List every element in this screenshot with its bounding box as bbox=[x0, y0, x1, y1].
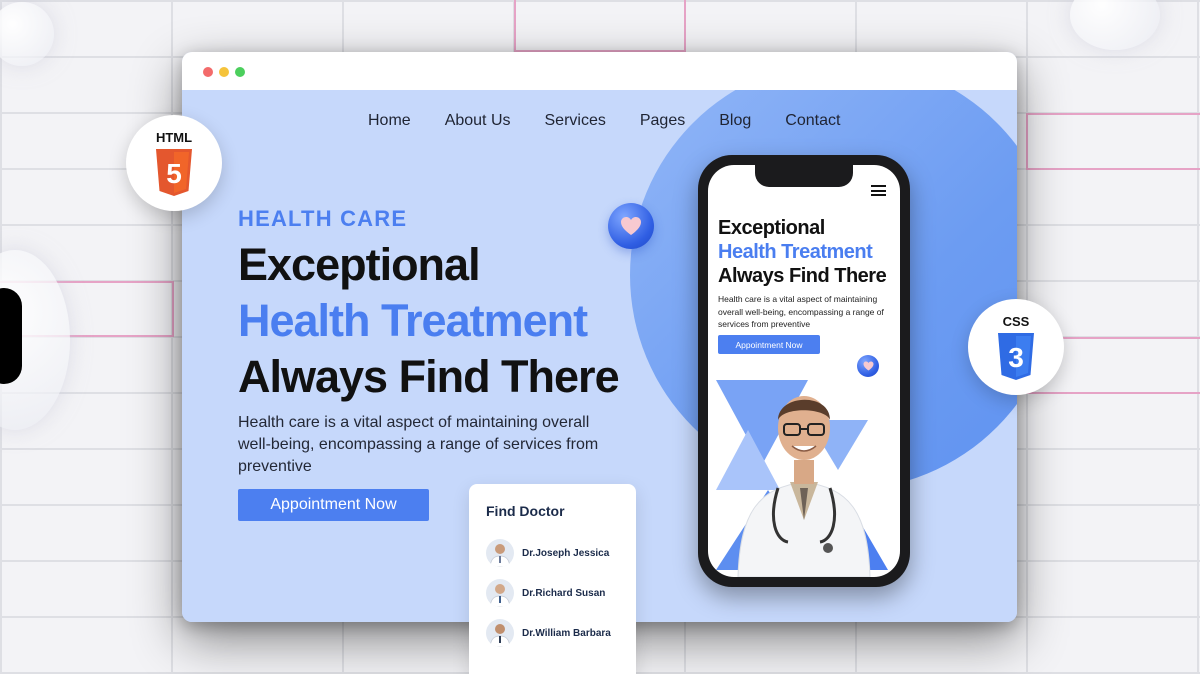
html5-shield-icon: 5 bbox=[156, 148, 192, 196]
nav-home[interactable]: Home bbox=[368, 112, 411, 130]
nav-contact[interactable]: Contact bbox=[785, 112, 840, 130]
nav-services[interactable]: Services bbox=[545, 112, 606, 130]
pink-outline-right-top bbox=[1026, 113, 1200, 170]
nav-pages[interactable]: Pages bbox=[640, 112, 685, 130]
html5-label: HTML bbox=[155, 129, 193, 145]
hero-description: Health care is a vital aspect of maintai… bbox=[238, 414, 599, 475]
nav-about-us[interactable]: About Us bbox=[445, 112, 511, 130]
doctor-list-item[interactable]: Dr.William Barbara bbox=[486, 619, 611, 647]
pink-outline-top bbox=[514, 0, 686, 52]
hero-eyebrow: HEALTH CARE bbox=[238, 206, 408, 231]
phone-title-line-2: Health Treatment bbox=[718, 241, 873, 263]
maximize-dot[interactable] bbox=[235, 67, 245, 77]
doctor-illustration bbox=[716, 380, 888, 577]
window-titlebar bbox=[182, 52, 1017, 90]
css3-label: CSS bbox=[1002, 313, 1030, 329]
heart-icon bbox=[608, 203, 654, 249]
appointment-button[interactable]: Appointment Now bbox=[238, 489, 429, 521]
svg-text:5: 5 bbox=[166, 158, 182, 189]
close-dot[interactable] bbox=[203, 67, 213, 77]
avatar bbox=[486, 619, 514, 647]
phone-title-line-1: Exceptional bbox=[718, 217, 825, 239]
avatar bbox=[486, 539, 514, 567]
doctor-name: Dr.William Barbara bbox=[522, 627, 611, 639]
find-doctor-card: Find Doctor Dr.Joseph Jessica Dr.Richard… bbox=[469, 484, 636, 674]
phone-appointment-button[interactable]: Appointment Now bbox=[718, 335, 820, 354]
phone-screen: Exceptional Health Treatment Always Find… bbox=[708, 165, 900, 577]
phone-mockup: Exceptional Health Treatment Always Find… bbox=[698, 155, 910, 587]
minimize-dot[interactable] bbox=[219, 67, 229, 77]
nav-blog[interactable]: Blog bbox=[719, 112, 751, 130]
phone-title-line-3: Always Find There bbox=[718, 265, 887, 287]
hamburger-menu-icon[interactable] bbox=[871, 185, 886, 196]
doctor-name: Dr.Joseph Jessica bbox=[522, 547, 610, 559]
css3-shield-icon: 3 bbox=[998, 332, 1034, 380]
edge-shape bbox=[0, 288, 22, 384]
phone-description: Health care is a vital aspect of maintai… bbox=[718, 294, 884, 329]
phone-notch bbox=[755, 165, 853, 187]
css3-badge: CSS 3 bbox=[968, 299, 1064, 395]
find-doctor-title: Find Doctor bbox=[486, 503, 565, 519]
hero-title-line-1: Exceptional bbox=[238, 239, 481, 290]
hero-title-line-2: Health Treatment bbox=[238, 295, 588, 346]
avatar bbox=[486, 579, 514, 607]
html5-badge: HTML 5 bbox=[126, 115, 222, 211]
doctor-name: Dr.Richard Susan bbox=[522, 587, 606, 599]
doctor-list-item[interactable]: Dr.Richard Susan bbox=[486, 579, 605, 607]
doctor-list-item[interactable]: Dr.Joseph Jessica bbox=[486, 539, 609, 567]
hero-title-line-3: Always Find There bbox=[238, 351, 620, 402]
svg-text:3: 3 bbox=[1008, 342, 1024, 373]
main-nav: Home About Us Services Pages Blog Contac… bbox=[368, 112, 874, 130]
